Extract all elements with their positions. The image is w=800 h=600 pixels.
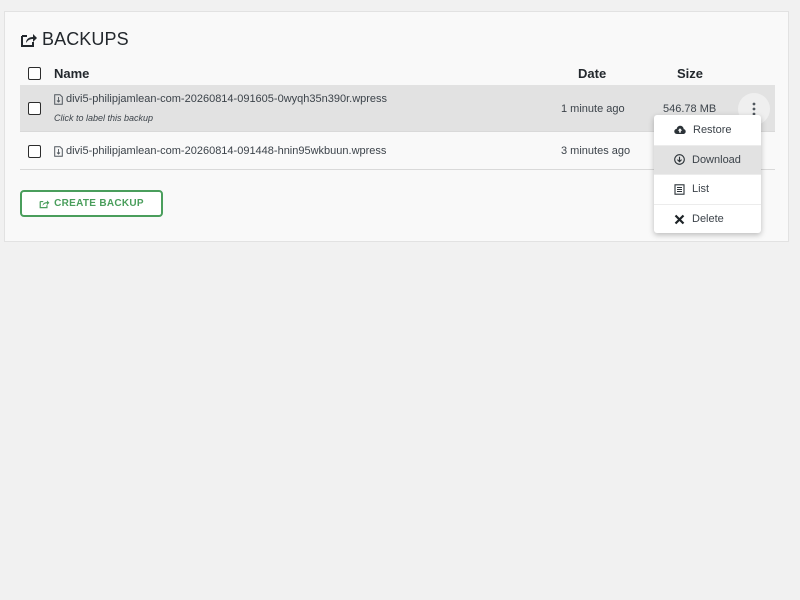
download-circle-icon: [674, 154, 685, 166]
backup-filename[interactable]: divi5-philipjamlean-com-20260814-091605-…: [54, 93, 387, 105]
menu-item-restore[interactable]: Restore: [654, 116, 761, 146]
column-header-size[interactable]: Size: [677, 66, 703, 81]
panel-title-text: BACKUPS: [42, 29, 129, 49]
create-backup-label: CREATE BACKUP: [54, 198, 144, 209]
table-header: Name Date Size: [20, 61, 775, 85]
menu-item-list[interactable]: List: [654, 175, 761, 205]
create-backup-button[interactable]: CREATE BACKUP: [20, 190, 163, 217]
backup-date: 3 minutes ago: [561, 145, 631, 157]
list-icon: [674, 184, 685, 195]
export-icon: [21, 33, 37, 47]
menu-item-label: Restore: [693, 124, 732, 137]
close-icon: [674, 214, 685, 225]
row-checkbox[interactable]: [28, 145, 41, 158]
file-icon: [54, 145, 63, 157]
backup-size: 546.78 MB: [663, 103, 717, 115]
export-icon: [39, 199, 50, 208]
backup-filename-text: divi5-philipjamlean-com-20260814-091448-…: [66, 145, 387, 157]
menu-item-label: List: [692, 183, 710, 196]
column-header-date[interactable]: Date: [578, 66, 606, 81]
file-icon: [54, 93, 63, 105]
more-vertical-icon: [752, 102, 756, 116]
column-header-name[interactable]: Name: [54, 66, 89, 81]
select-all-checkbox[interactable]: [28, 67, 41, 80]
backup-filename-text: divi5-philipjamlean-com-20260814-091605-…: [66, 93, 388, 105]
backup-label-hint[interactable]: Click to label this backup: [54, 113, 153, 123]
row-actions-menu: Restore Download List Delete: [654, 115, 761, 233]
panel-title: BACKUPS: [20, 29, 129, 50]
menu-item-label: Download: [692, 153, 741, 166]
cloud-upload-icon: [674, 126, 686, 135]
backup-date: 1 minute ago: [561, 103, 625, 115]
row-checkbox[interactable]: [28, 102, 41, 115]
menu-item-label: Delete: [692, 213, 724, 226]
menu-item-delete[interactable]: Delete: [654, 205, 761, 235]
menu-item-download[interactable]: Download: [654, 145, 761, 175]
backup-filename[interactable]: divi5-philipjamlean-com-20260814-091448-…: [54, 145, 386, 157]
